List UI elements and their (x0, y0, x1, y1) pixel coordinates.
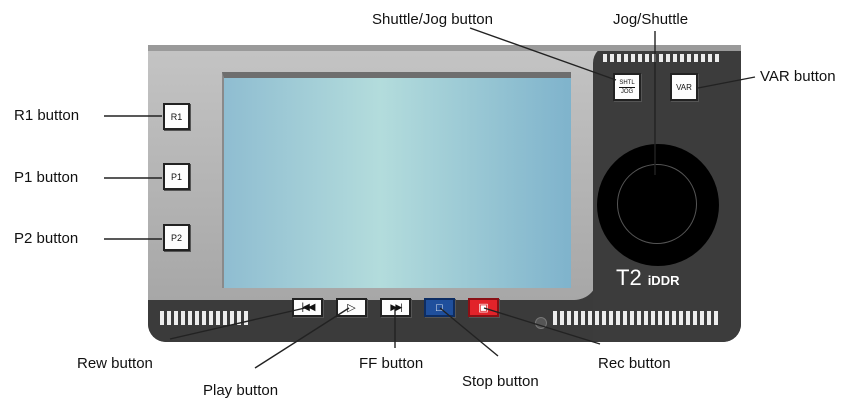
leader-line-var (697, 76, 756, 89)
leader-line-play (254, 307, 350, 369)
callout-r1: R1 button (14, 107, 80, 124)
callout-var: VAR button (760, 68, 836, 85)
leader-line-shuttle-jog (469, 27, 617, 81)
callout-rew: Rew button (77, 355, 153, 372)
callout-stop: Stop button (462, 373, 539, 390)
leader-line-rew (169, 307, 306, 340)
leader-line-stop (439, 307, 499, 357)
callout-ff: FF button (359, 355, 424, 372)
callout-rec: Rec button (598, 355, 671, 372)
callout-lines (104, 27, 756, 369)
callout-shuttle-jog: Shuttle/Jog button (372, 11, 493, 28)
callout-p2: P2 button (14, 230, 79, 247)
callout-play: Play button (203, 382, 279, 399)
leader-line-rec (483, 307, 601, 345)
callout-p1: P1 button (14, 169, 79, 186)
callout-jog-shuttle: Jog/Shuttle (613, 11, 689, 28)
